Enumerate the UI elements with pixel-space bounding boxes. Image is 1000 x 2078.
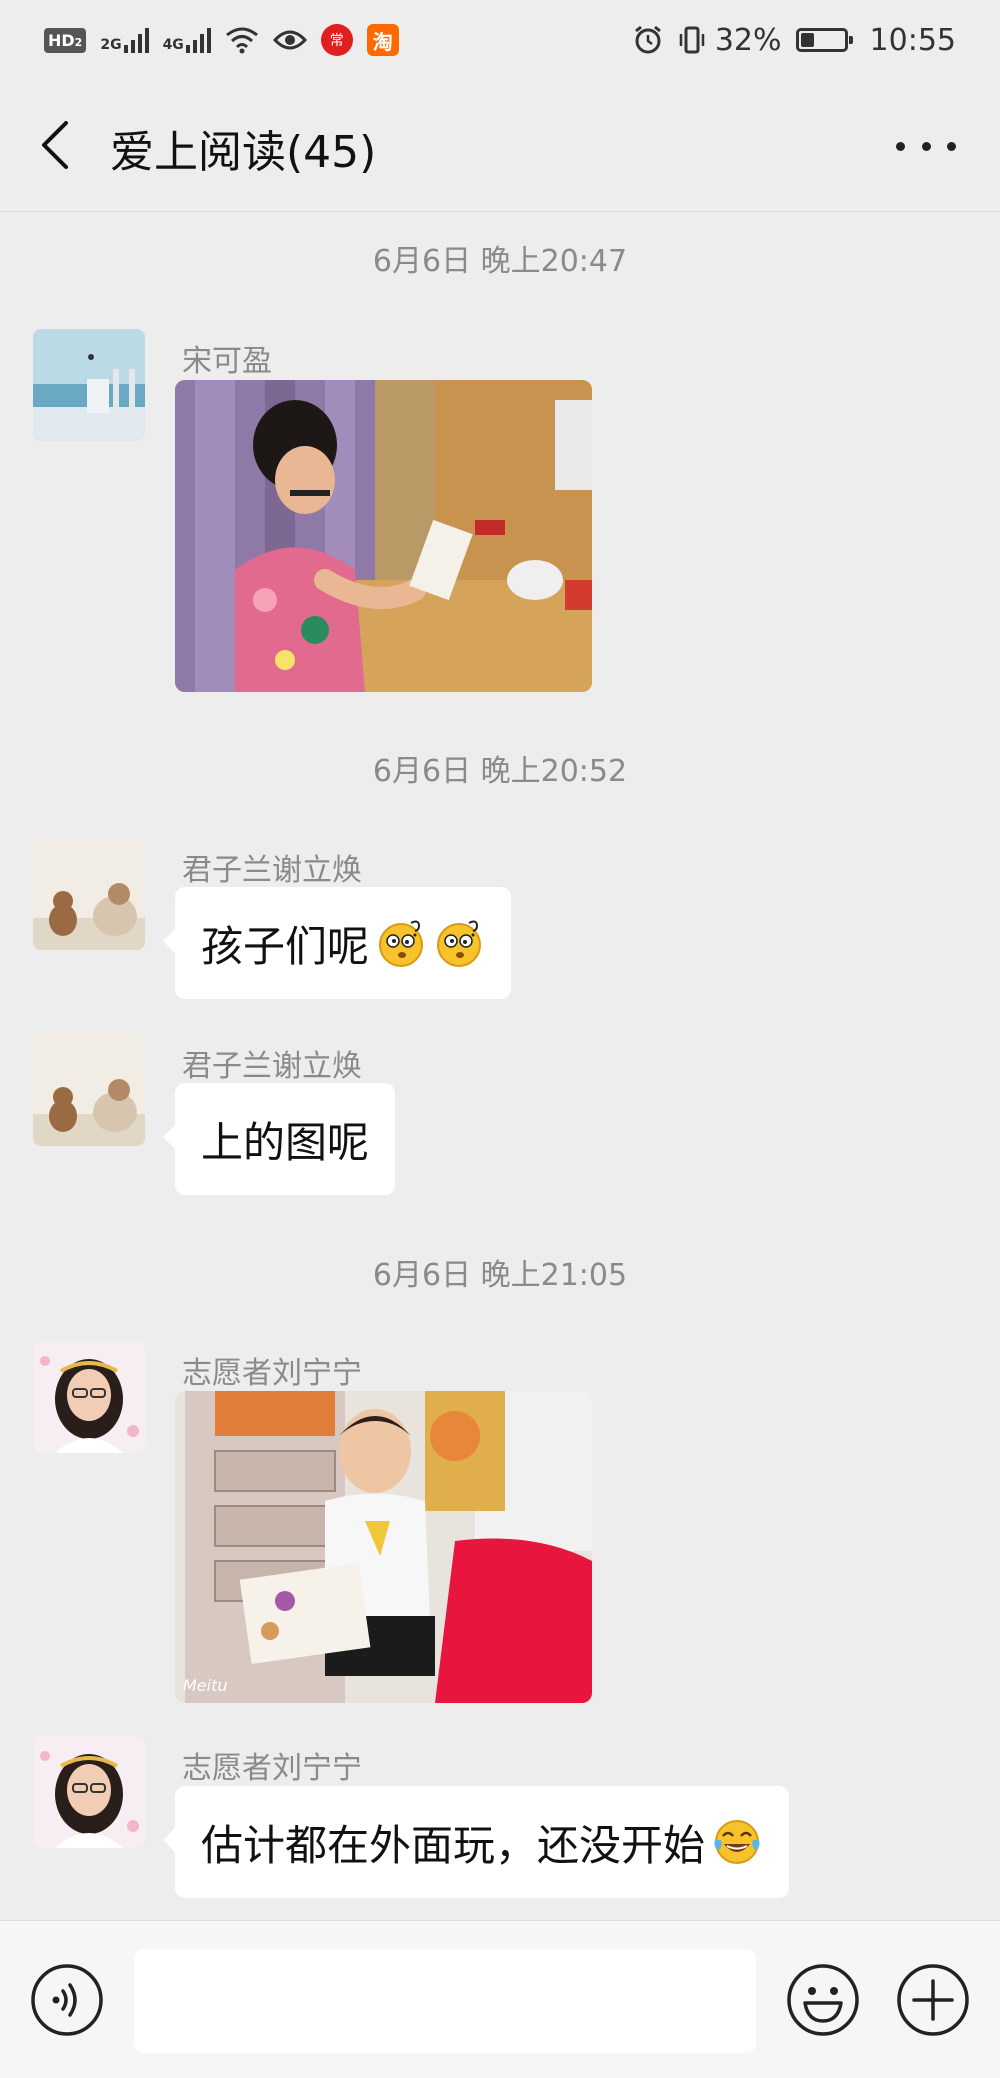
- status-time: 10:55: [869, 22, 956, 58]
- sender-name: 君子兰谢立焕: [182, 853, 362, 888]
- back-button[interactable]: [36, 120, 76, 170]
- boy-reading-photo: [175, 1391, 592, 1703]
- sender-name: 君子兰谢立焕: [182, 1049, 362, 1084]
- vibrate-icon: [679, 26, 705, 54]
- emoji-button[interactable]: [786, 1963, 860, 2037]
- chat-title: 爱上阅读(45): [110, 127, 377, 178]
- alarm-icon: [634, 25, 661, 54]
- avatar[interactable]: [33, 1034, 145, 1146]
- image-message[interactable]: Meitu: [175, 1391, 592, 1703]
- app-notification-icon: 常: [320, 24, 353, 56]
- hd-label: HD: [48, 30, 75, 50]
- dizzy-face-emoji: [379, 920, 424, 967]
- battery-fill: [800, 33, 814, 47]
- message-text: 孩子们呢: [201, 921, 370, 971]
- more-icon-dot: [947, 141, 956, 151]
- signal-4g-icon: 4G: [163, 27, 211, 53]
- voice-button[interactable]: [30, 1963, 104, 2037]
- status-right: 32% 10:55: [633, 23, 956, 58]
- dizzy-face-emoji: [437, 920, 482, 967]
- message-text: 上的图呢: [201, 1117, 370, 1167]
- image-watermark: Meitu: [183, 1676, 228, 1695]
- text-message[interactable]: 上的图呢: [162, 1083, 396, 1195]
- status-left: HD2 2G 4G 常 淘: [44, 24, 399, 56]
- battery-percent: 32%: [714, 22, 782, 58]
- sender-name: 宋可盈: [182, 344, 272, 379]
- message-text: 估计都在外面玩，还没开始: [201, 1820, 706, 1870]
- more-icon-dot: [921, 141, 931, 151]
- more-functions-button[interactable]: [896, 1963, 970, 2037]
- avatar[interactable]: [33, 1341, 145, 1453]
- more-icon: [896, 141, 905, 151]
- timestamp: 6月6日 晚上21:05: [372, 1258, 628, 1293]
- wifi-icon: [225, 27, 258, 54]
- woman-avatar-image: [33, 1736, 145, 1848]
- back-arrow-icon: [42, 121, 68, 169]
- input-bar: [0, 1920, 1000, 2078]
- avatar[interactable]: [33, 329, 145, 441]
- hd-badge: HD2: [44, 27, 87, 53]
- beach-chair-avatar-image: [33, 329, 145, 441]
- text-message[interactable]: 孩子们呢: [162, 887, 512, 999]
- girl-reading-photo: [175, 380, 592, 692]
- net1-label: 2G: [100, 37, 122, 53]
- image-message[interactable]: [175, 380, 592, 692]
- voice-icon: [31, 1964, 103, 2036]
- avatar[interactable]: [33, 1736, 145, 1848]
- timestamp: 6月6日 晚上20:47: [372, 244, 628, 279]
- emoji-icon: [787, 1964, 859, 2036]
- message-input[interactable]: [134, 1949, 756, 2053]
- plus-icon: [897, 1964, 969, 2036]
- timestamp: 6月6日 晚上20:52: [372, 754, 628, 789]
- teddy-bear-avatar-image: [33, 838, 145, 950]
- woman-avatar-image: [33, 1341, 145, 1453]
- battery-icon: [795, 28, 853, 52]
- chat-header: 爱上阅读(45): [0, 80, 1000, 212]
- signal-2g-icon: 2G: [100, 27, 149, 53]
- laughing-tears-emoji: [714, 1820, 760, 1864]
- text-message[interactable]: 估计都在外面玩，还没开始: [162, 1786, 790, 1898]
- status-bar: HD2 2G 4G 常 淘 32% 10:55: [0, 0, 1000, 80]
- eye-icon: [272, 30, 307, 50]
- taobao-notification-icon: 淘: [366, 24, 399, 56]
- sender-name: 志愿者刘宁宁: [182, 1751, 362, 1786]
- net2-label: 4G: [162, 37, 184, 53]
- more-button[interactable]: [896, 132, 956, 160]
- sender-name: 志愿者刘宁宁: [182, 1356, 362, 1391]
- avatar[interactable]: [33, 838, 145, 950]
- teddy-bear-avatar-image: [33, 1034, 145, 1146]
- hd-sub: 2: [74, 35, 83, 49]
